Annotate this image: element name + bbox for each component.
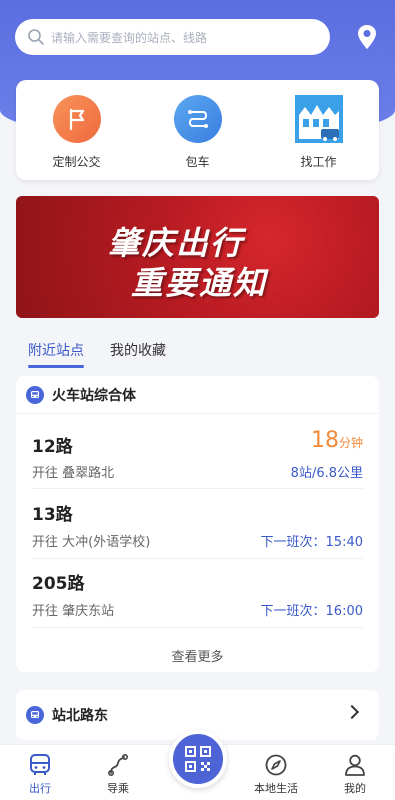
route-row[interactable]: 12路 18分钟 开往 叠翠路北 8站/6.8公里 (32, 428, 363, 489)
user-icon (345, 754, 365, 776)
route-direction: 开往 大冲(外语学校) (32, 535, 151, 550)
city-building-icon (294, 95, 343, 143)
route-direction: 开往 叠翠路北 (32, 466, 115, 481)
quick-link-label: 包车 (185, 155, 210, 169)
route-row[interactable]: 13路 开往 大冲(外语学校) 下一班次：15:40 (32, 498, 363, 559)
banner-title-line2: 重要通知 (131, 264, 268, 302)
view-more-link[interactable]: 查看更多 (16, 646, 379, 665)
route-name: 205路 (32, 574, 85, 594)
stop-card: 火车站综合体 12路 18分钟 开往 叠翠路北 8站/6.8公里 13路 开往 … (16, 376, 379, 672)
stop-name: 站北路东 (52, 708, 108, 724)
notice-banner[interactable]: 肇庆出行 重要通知 (16, 196, 379, 318)
route-direction: 开往 肇庆东站 (32, 604, 115, 619)
tab-label: 本地生活 (254, 782, 298, 795)
tab-favorites[interactable]: 我的收藏 (110, 340, 166, 368)
tab-guide[interactable]: 导乘 (88, 753, 148, 796)
route-name: 12路 (32, 437, 73, 457)
route-icon (173, 95, 222, 143)
tab-mine[interactable]: 我的 (325, 753, 385, 796)
quick-link-jobs[interactable]: 找工作 (258, 80, 379, 180)
quick-link-label: 定制公交 (52, 155, 101, 169)
eta: 18分钟 (311, 428, 363, 453)
route-distance: 8站/6.8公里 (290, 466, 363, 481)
route-row[interactable]: 205路 开往 肇庆东站 下一班次：16:00 (32, 567, 363, 628)
divider (32, 627, 363, 628)
search-input[interactable]: 请输入需要查询的站点、线路 (51, 29, 207, 46)
eta-unit: 分钟 (338, 436, 363, 450)
tab-label: 我的 (344, 782, 366, 795)
tab-local-life[interactable]: 本地生活 (246, 753, 306, 796)
quick-link-custom-bus[interactable]: 定制公交 (16, 80, 137, 180)
location-pin-icon[interactable] (355, 24, 379, 50)
search-icon (28, 29, 44, 45)
next-departure: 下一班次：16:00 (260, 604, 363, 619)
qr-code-icon (185, 746, 211, 772)
tab-label: 导乘 (107, 782, 129, 795)
stop-tabs: 附近站点 我的收藏 (28, 340, 166, 368)
route-guide-icon (107, 753, 128, 776)
bus-icon (30, 754, 50, 775)
eta-value: 18 (310, 428, 339, 453)
quick-link-label: 找工作 (300, 155, 337, 169)
stop-name: 火车站综合体 (52, 387, 136, 404)
divider (32, 558, 363, 559)
stop-header[interactable]: 火车站综合体 (16, 376, 379, 414)
next-departure: 下一班次：15:40 (260, 535, 363, 550)
quick-link-charter[interactable]: 包车 (137, 80, 258, 180)
tab-label: 出行 (29, 782, 51, 795)
route-name: 13路 (32, 505, 73, 525)
divider (32, 488, 363, 489)
tab-nearby-stops[interactable]: 附近站点 (28, 340, 84, 368)
flag-icon (52, 95, 101, 143)
qr-code-button[interactable] (169, 730, 227, 788)
bus-stop-icon (26, 706, 44, 724)
quick-links-card: 定制公交 包车 找工作 (16, 80, 379, 180)
bus-stop-icon (26, 385, 44, 404)
search-bar[interactable]: 请输入需要查询的站点、线路 (15, 19, 330, 55)
compass-icon (265, 754, 287, 776)
tab-travel[interactable]: 出行 (10, 753, 70, 796)
